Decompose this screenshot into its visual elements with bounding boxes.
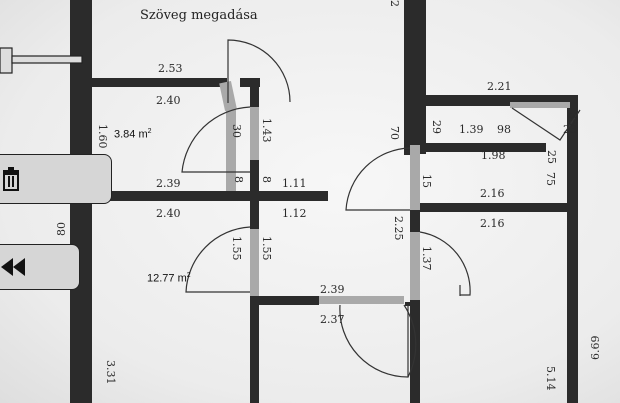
dimension-label: 2.53: [158, 62, 183, 75]
dimension-label: 1.43: [260, 118, 273, 143]
dimension-label: 1.39: [459, 123, 484, 136]
dimension-label: 1.98: [481, 149, 506, 162]
dimension-label: 5.14: [544, 366, 557, 391]
rewind-icon: [1, 258, 25, 276]
dimension-label: 8: [260, 176, 273, 183]
dimension-label: 2.39: [156, 177, 181, 190]
dimension-label: 15: [420, 174, 433, 188]
dimension-label: 2.37: [320, 313, 345, 326]
dimension-label: 98: [497, 123, 511, 136]
dimension-label: 2.39: [320, 283, 345, 296]
trash-icon: [3, 167, 19, 191]
dimension-label: 30: [230, 124, 243, 138]
dimension-label: 75: [544, 172, 557, 186]
dimension-label: 2.25: [392, 216, 405, 241]
dimension-label: 1.60: [96, 124, 109, 149]
undo-button[interactable]: [0, 244, 80, 290]
dimension-label: 2: [388, 0, 401, 7]
dimension-label: 25: [545, 150, 558, 164]
floorplan-canvas[interactable]: Szöveg megadása 3.84 m2 12.77 m2 2.53 2.…: [0, 0, 620, 403]
dimension-label: 2.40: [156, 94, 181, 107]
room-area-label: 3.84 m2: [114, 128, 152, 141]
dimension-label: 1.55: [260, 236, 273, 261]
room-area-label: 12.77 m2: [147, 272, 191, 285]
dimension-label: 70: [388, 126, 401, 140]
dimension-label: 2.16: [480, 187, 505, 200]
dimension-label: 1.12: [282, 207, 307, 220]
dimension-label: 1.55: [230, 236, 243, 261]
dimension-label: 2.21: [487, 80, 512, 93]
dimension-label: 1.37: [420, 246, 433, 271]
dimension-label: 6.69: [589, 335, 602, 361]
dimension-label: 8: [232, 176, 245, 183]
dimension-label: 2.16: [480, 217, 505, 230]
dimension-label: 3.31: [104, 360, 117, 385]
dimension-label: 29: [430, 120, 443, 134]
page-title: Szöveg megadása: [140, 8, 258, 23]
dimension-label: 2.40: [156, 207, 181, 220]
delete-button[interactable]: [0, 154, 112, 204]
dimension-label: 80: [55, 222, 68, 236]
dimension-label: 35: [566, 112, 579, 126]
dimension-label: 1.11: [282, 177, 307, 190]
